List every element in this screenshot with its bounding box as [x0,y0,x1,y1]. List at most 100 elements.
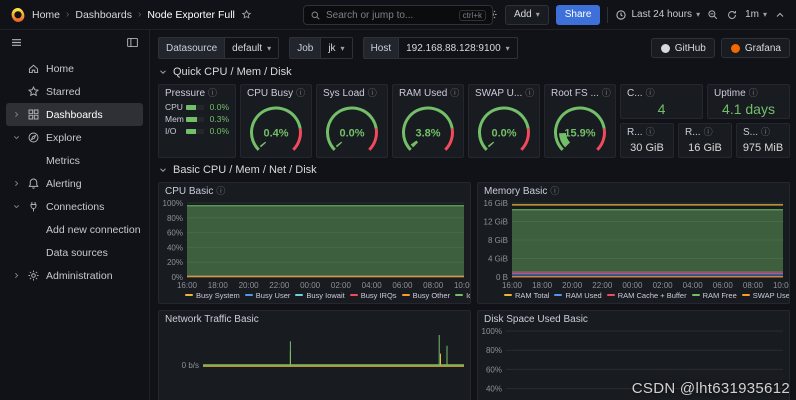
svg-text:00:00: 00:00 [300,281,321,290]
svg-text:60%: 60% [167,229,183,238]
svg-text:100%: 100% [163,199,183,208]
apps-grid-icon [27,108,41,121]
breadcrumb-home[interactable]: Home [32,9,60,21]
svg-text:40%: 40% [167,243,183,252]
zoom-out-icon[interactable] [707,9,719,21]
chevron-down-icon[interactable] [12,202,22,211]
share-button[interactable]: Share [556,5,601,25]
swap-used-gauge-panel: SWAP U...ⓘ 0.0% [468,84,540,158]
hamburger-menu-icon[interactable] [10,36,23,49]
info-icon[interactable]: ⓘ [216,187,225,196]
memory-basic-chart: 16 GiB12 GiB8 GiB4 GiB0 B16:0018:0020:00… [478,198,789,290]
breadcrumb-dashboards[interactable]: Dashboards [75,9,132,21]
sidebar-item-home[interactable]: Home [6,57,143,80]
pressure-row-mem: Mem 0.3% [159,112,235,124]
legend-item[interactable]: RAM Used [554,291,601,300]
legend-item[interactable]: Busy IRQs [350,291,397,300]
favorite-star-icon[interactable] [241,9,252,20]
sidebar-item-metrics[interactable]: Metrics [6,149,143,172]
chevron-right-icon[interactable] [12,110,22,119]
panel-title[interactable]: RAM Usedⓘ [393,85,463,100]
info-icon[interactable]: ⓘ [646,128,655,137]
info-icon[interactable]: ⓘ [550,187,559,196]
sidebar-item-administration[interactable]: Administration [6,264,143,287]
info-icon[interactable]: ⓘ [450,89,459,98]
row-basic-cpu-mem-net-disk[interactable]: Basic CPU / Mem / Net / Disk [158,164,790,176]
add-button[interactable]: Add▾ [505,5,549,25]
gear-icon [27,269,41,282]
panel-title[interactable]: Root FS ...ⓘ [545,85,615,100]
dock-sidebar-icon[interactable] [126,36,139,49]
legend-item[interactable]: Busy User [245,291,291,300]
legend-item[interactable]: RAM Free [692,291,737,300]
panel-title[interactable]: R...ⓘ [621,124,673,139]
legend-item[interactable]: SWAP Used [742,291,789,300]
breadcrumb-dashboard-title[interactable]: Node Exporter Full [147,9,235,21]
sidebar-item-add-new-connection[interactable]: Add new connection [6,218,143,241]
panel-title[interactable]: Disk Space Used Basic [478,311,789,326]
legend-item[interactable]: Busy Other [402,291,451,300]
panel-title[interactable]: CPU Busyⓘ [241,85,311,100]
refresh-icon[interactable] [726,9,738,21]
panel-title[interactable]: Memory Basicⓘ [478,183,789,198]
info-icon[interactable]: ⓘ [296,89,305,98]
legend-item[interactable]: Busy System [185,291,240,300]
legend-item[interactable]: RAM Total [504,291,549,300]
variable-datasource-select[interactable]: default▾ [224,37,279,59]
sys-load-gauge-panel: Sys Loadⓘ 0.0% [316,84,388,158]
pressure-value: 0.0% [207,102,229,112]
variable-job-select[interactable]: jk▾ [320,37,352,59]
refresh-interval-picker[interactable]: 1m ▾ [745,9,767,20]
panel-title[interactable]: Sys Loadⓘ [317,85,387,100]
stat-value: 4.1 days [708,100,789,118]
panel-title[interactable]: C...ⓘ [621,85,702,100]
panel-title[interactable]: Uptimeⓘ [708,85,789,100]
info-icon[interactable]: ⓘ [704,128,713,137]
legend-item[interactable]: Busy Iowait [295,291,344,300]
info-icon[interactable]: ⓘ [368,89,377,98]
svg-text:10:00: 10:00 [773,281,789,290]
panel-title[interactable]: Pressureⓘ [159,85,235,100]
chevron-right-icon[interactable] [12,271,22,280]
panel-title[interactable]: CPU Basicⓘ [159,183,470,198]
info-icon[interactable]: ⓘ [761,128,770,137]
chevron-right-icon[interactable] [12,179,22,188]
collapse-topbar-chevron-up-icon[interactable] [774,9,786,21]
svg-text:4 GiB: 4 GiB [488,255,508,264]
info-icon[interactable]: ⓘ [749,89,758,98]
info-icon[interactable]: ⓘ [525,89,534,98]
grafana-link-button[interactable]: Grafana [721,38,790,58]
chevron-down-icon[interactable] [12,133,22,142]
sidebar-item-starred[interactable]: Starred [6,80,143,103]
time-range-picker[interactable]: Last 24 hours ▾ [615,9,700,21]
svg-text:0.4%: 0.4% [263,128,288,140]
stat-value: 30 GiB [621,139,673,157]
svg-text:08:00: 08:00 [743,281,764,290]
legend-item[interactable]: Idle [455,291,470,300]
grafana-logo[interactable] [10,7,26,23]
legend-item[interactable]: RAM Cache + Buffer [607,291,687,300]
variable-host-select[interactable]: 192.168.88.128:9100▾ [398,37,518,59]
sidebar-item-connections[interactable]: Connections [6,195,143,218]
panel-title[interactable]: Network Traffic Basic [159,311,470,326]
info-icon[interactable]: ⓘ [602,89,611,98]
svg-text:06:00: 06:00 [713,281,734,290]
row-quick-cpu-mem-disk[interactable]: Quick CPU / Mem / Disk [158,66,790,78]
info-icon[interactable]: ⓘ [208,89,217,98]
panel-title[interactable]: S...ⓘ [737,124,789,139]
info-icon[interactable]: ⓘ [646,89,655,98]
pressure-value: 0.0% [207,126,229,136]
panel-title[interactable]: SWAP U...ⓘ [469,85,539,100]
search-input[interactable]: Search or jump to... ctrl+k [303,5,493,25]
sidebar-item-data-sources[interactable]: Data sources [6,241,143,264]
svg-text:22:00: 22:00 [592,281,613,290]
svg-text:15.9%: 15.9% [564,128,595,140]
sidebar-item-explore[interactable]: Explore [6,126,143,149]
panel-title[interactable]: R...ⓘ [679,124,731,139]
cpu-busy-gauge-panel: CPU Busyⓘ 0.4% [240,84,312,158]
breadcrumb-separator: › [66,9,69,20]
svg-text:40%: 40% [486,385,502,394]
sidebar-item-dashboards[interactable]: Dashboards [6,103,143,126]
github-link-button[interactable]: GitHub [651,38,715,58]
sidebar-item-alerting[interactable]: Alerting [6,172,143,195]
